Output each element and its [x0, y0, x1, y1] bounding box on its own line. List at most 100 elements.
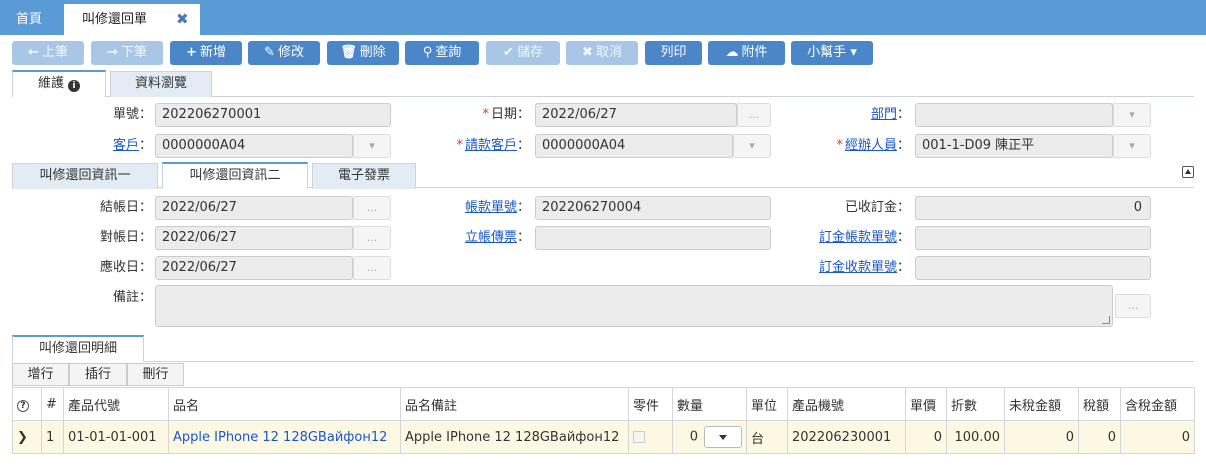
- info-icon: i: [68, 80, 80, 92]
- dept-dropdown-button[interactable]: ▾: [1113, 103, 1151, 127]
- date-field[interactable]: 2022/06/27: [535, 103, 737, 127]
- next-record-button[interactable]: → 下筆: [91, 41, 163, 65]
- customer-link[interactable]: 客戶: [113, 138, 139, 153]
- help-icon[interactable]: ?: [17, 399, 29, 412]
- receivable-date-label: 應收日：: [99, 260, 152, 275]
- col-name-note[interactable]: 品名備註: [400, 387, 629, 421]
- add-button[interactable]: + 新增: [170, 41, 242, 65]
- edit-button[interactable]: ✎ 修改: [248, 41, 320, 65]
- x-icon: ✖: [582, 45, 593, 60]
- col-help[interactable]: ?: [12, 387, 42, 421]
- cell-discount[interactable]: 100.00: [946, 420, 1005, 454]
- remark-textarea[interactable]: [155, 285, 1113, 327]
- deposit-account-link[interactable]: 訂金帳款單號: [819, 230, 897, 245]
- handler-field[interactable]: 001-1-D09 陳正平: [915, 134, 1113, 158]
- col-tax[interactable]: 稅額: [1078, 387, 1121, 421]
- collapse-icon[interactable]: [1182, 166, 1194, 178]
- save-button[interactable]: ✔ 儲存: [486, 41, 560, 65]
- pay-customer-link[interactable]: 請款客戶: [465, 138, 517, 153]
- plus-icon: +: [186, 45, 197, 60]
- col-product-code[interactable]: 產品代號: [63, 387, 169, 421]
- tab-browse[interactable]: 資料瀏覽: [110, 71, 212, 97]
- col-serial[interactable]: 產品機號: [787, 387, 906, 421]
- account-no-field[interactable]: 202206270004: [535, 196, 771, 220]
- pay-customer-label: * 請款客戶：: [456, 138, 530, 153]
- handler-label: * 經辦人員：: [836, 138, 910, 153]
- cell-price[interactable]: 0: [905, 420, 947, 454]
- voucher-label: 立帳傳票：: [464, 230, 530, 245]
- insert-row-button[interactable]: 插行: [69, 363, 127, 386]
- account-no-link[interactable]: 帳款單號: [465, 200, 517, 215]
- query-button[interactable]: ⚲ 查詢: [405, 41, 479, 65]
- check-icon: ✔: [503, 45, 514, 60]
- part-checkbox[interactable]: [633, 431, 645, 443]
- col-part[interactable]: 零件: [628, 387, 673, 421]
- col-unit[interactable]: 單位: [746, 387, 788, 421]
- tab-info-2[interactable]: 叫修還回資訊二: [162, 162, 308, 189]
- col-qty[interactable]: 數量: [672, 387, 747, 421]
- tab-e-invoice[interactable]: 電子發票: [312, 163, 416, 189]
- tab-home[interactable]: 首頁: [16, 4, 42, 35]
- delete-row-button[interactable]: 刪行: [127, 363, 184, 386]
- reconcile-date-picker[interactable]: ...: [353, 226, 391, 250]
- tab-maintain[interactable]: 維護 i: [12, 70, 106, 97]
- close-icon[interactable]: ✖: [176, 4, 189, 35]
- cell-qty[interactable]: 0: [672, 420, 747, 454]
- col-amount-in[interactable]: 含稅金額: [1120, 387, 1195, 421]
- row-index: 1: [41, 420, 64, 454]
- col-product-name[interactable]: 品名: [168, 387, 401, 421]
- dept-field[interactable]: [915, 103, 1113, 127]
- voucher-link[interactable]: 立帳傳票: [465, 230, 517, 245]
- cell-part[interactable]: [628, 420, 673, 454]
- customer-field[interactable]: 0000000A04: [155, 134, 353, 158]
- reconcile-date-field[interactable]: 2022/06/27: [155, 226, 353, 250]
- pay-customer-dropdown-button[interactable]: ▾: [733, 134, 771, 158]
- tab-repair-return[interactable]: 叫修還回單 ✖: [64, 4, 200, 35]
- col-amount-ex[interactable]: 未稅金額: [1004, 387, 1079, 421]
- attachment-button[interactable]: ☁ 附件: [708, 41, 785, 65]
- doc-no-label: 單號：: [112, 107, 152, 122]
- tab-detail[interactable]: 叫修還回明細: [12, 335, 144, 362]
- cell-unit[interactable]: 台: [746, 420, 788, 454]
- handler-dropdown-button[interactable]: ▾: [1113, 134, 1151, 158]
- pay-customer-field[interactable]: 0000000A04: [535, 134, 733, 158]
- cell-amount-ex[interactable]: 0: [1004, 420, 1079, 454]
- col-price[interactable]: 單價: [905, 387, 947, 421]
- deposit-receipt-field[interactable]: [915, 256, 1151, 280]
- resize-handle-icon[interactable]: [1102, 316, 1110, 324]
- deposit-field[interactable]: 0: [915, 196, 1151, 220]
- remark-addon-button[interactable]: ...: [1115, 294, 1151, 318]
- voucher-field[interactable]: [535, 226, 771, 250]
- tab-repair-return-label: 叫修還回單: [82, 12, 148, 27]
- row-marker-icon: ❯: [12, 420, 42, 454]
- add-row-button[interactable]: 增行: [12, 363, 69, 386]
- deposit-account-field[interactable]: [915, 226, 1151, 250]
- delete-button[interactable]: 🗑 刪除: [327, 41, 399, 65]
- receivable-date-picker[interactable]: ...: [353, 256, 391, 280]
- cell-name-note[interactable]: Apple IPhone 12 128GBайфон12: [400, 420, 629, 454]
- table-row[interactable]: ❯ 1 01-01-01-001 Apple IPhone 12 128GBай…: [12, 420, 1195, 454]
- doc-no-field[interactable]: 202206270001: [155, 103, 391, 127]
- cell-serial[interactable]: 202206230001: [787, 420, 906, 454]
- tab-info-1[interactable]: 叫修還回資訊一: [12, 163, 158, 189]
- col-discount[interactable]: 折數: [946, 387, 1005, 421]
- dept-link[interactable]: 部門: [871, 107, 897, 122]
- close-date-field[interactable]: 2022/06/27: [155, 196, 353, 220]
- cell-amount-in[interactable]: 0: [1120, 420, 1195, 454]
- caret-down-icon: ▾: [1129, 139, 1135, 152]
- cancel-button[interactable]: ✖ 取消: [566, 41, 638, 65]
- qty-dropdown-button[interactable]: [704, 426, 742, 448]
- customer-dropdown-button[interactable]: ▾: [353, 134, 391, 158]
- handler-link[interactable]: 經辦人員: [845, 138, 897, 153]
- close-date-picker[interactable]: ...: [353, 196, 391, 220]
- cell-product-code[interactable]: 01-01-01-001: [63, 420, 169, 454]
- date-picker-button[interactable]: ...: [737, 103, 771, 127]
- deposit-receipt-link[interactable]: 訂金收款單號: [819, 260, 897, 275]
- cell-tax[interactable]: 0: [1078, 420, 1121, 454]
- date-label: * 日期：: [482, 107, 530, 122]
- receivable-date-field[interactable]: 2022/06/27: [155, 256, 353, 280]
- cell-product-name[interactable]: Apple IPhone 12 128GBайфон12: [168, 420, 401, 454]
- print-button[interactable]: 列印: [645, 41, 702, 65]
- prev-record-button[interactable]: ← 上筆: [12, 41, 84, 65]
- helper-button[interactable]: 小幫手 ▾: [791, 41, 873, 65]
